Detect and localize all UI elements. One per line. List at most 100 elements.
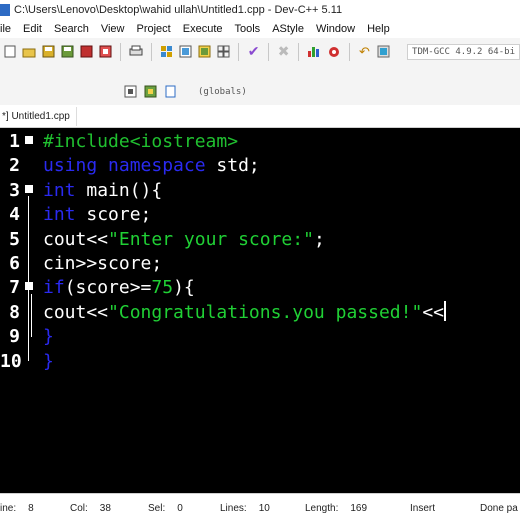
main-toolbar: ✔ ✖ ↶ TDM-GCC 4.9.2 64-bi (0, 38, 520, 65)
code-text: cout<<"Enter your score:"; (43, 228, 325, 252)
line-number: 2 (9, 155, 20, 177)
status-lines: Lines: 10 (220, 503, 270, 514)
line-number: 5 (9, 228, 20, 250)
line-number: 10 (0, 350, 22, 372)
menu-view[interactable]: View (101, 23, 125, 35)
line-number: 8 (9, 301, 20, 323)
code-line[interactable]: 7 if(score>=75){ (0, 276, 520, 300)
code-token: #include (43, 131, 130, 152)
code-token: namespace (108, 155, 206, 177)
menu-help[interactable]: Help (367, 23, 390, 35)
menu-window[interactable]: Window (316, 23, 355, 35)
code-line[interactable]: 2 using namespace std; (0, 154, 520, 178)
menu-file[interactable]: ile (0, 23, 11, 35)
status-mode: Insert (410, 503, 436, 514)
toolbar-separator (238, 42, 240, 61)
menu-tools[interactable]: Tools (235, 23, 261, 35)
status-line: ine: 8 (0, 503, 34, 514)
close-all-icon[interactable] (99, 45, 112, 59)
code-token: <iostream> (129, 131, 239, 152)
scope-select[interactable]: (globals) (198, 87, 247, 97)
line-number: 9 (9, 326, 20, 348)
toolbar-separator (349, 42, 350, 61)
status-message: Done pa (480, 503, 518, 514)
compile-run-icon[interactable] (198, 45, 211, 59)
code-line[interactable]: 10} (0, 350, 520, 374)
code-token: ){ (173, 277, 195, 299)
code-token: (score>= (64, 277, 152, 299)
save-all-icon[interactable] (61, 45, 74, 59)
code-token: std; (205, 155, 260, 177)
rebuild-icon[interactable] (217, 45, 230, 59)
code-token: << (422, 301, 444, 323)
code-token: cin>>score; (43, 253, 163, 274)
toolbar-separator (268, 42, 270, 61)
goto-icon[interactable]: ↶ (358, 44, 371, 59)
code-token: cout<< (43, 301, 109, 323)
code-line[interactable]: 5 cout<<"Enter your score:"; (0, 228, 520, 252)
code-line[interactable]: 3 int main(){ (0, 179, 520, 203)
status-bar: ine: 8 Col: 38 Sel: 0 Lines: 10 Length: 169 I… (0, 493, 520, 521)
save-icon[interactable] (42, 45, 55, 59)
close-file-icon[interactable] (80, 45, 93, 59)
code-token: int (43, 204, 76, 226)
profile-chart-icon[interactable] (307, 45, 321, 59)
code-line[interactable]: 9} (0, 325, 520, 349)
new-file-icon[interactable] (3, 45, 16, 59)
code-token: } (43, 350, 54, 372)
menu-execute[interactable]: Execute (183, 23, 223, 35)
line-number: 7 (9, 277, 20, 299)
toolbar-separator (298, 42, 300, 61)
editor-tab-bar: *] Untitled1.cpp (0, 105, 520, 128)
code-text: int score; (43, 203, 151, 227)
fold-marker-icon[interactable] (25, 184, 33, 193)
code-text: int main(){ (43, 179, 162, 203)
bookmark-icon[interactable] (377, 45, 390, 59)
goto-bookmark-icon[interactable] (163, 84, 177, 98)
code-text: cin>>score; (43, 252, 162, 276)
code-line[interactable]: 1 #include<iostream> (0, 130, 520, 154)
menu-edit[interactable]: Edit (23, 23, 42, 35)
text-cursor (444, 300, 446, 321)
fold-marker-icon[interactable] (25, 136, 33, 144)
code-token: using (43, 155, 98, 177)
code-token: ; (313, 228, 325, 250)
title-bar: C:\Users\Lenovo\Desktop\wahid ullah\Unti… (0, 0, 520, 20)
code-token: 75 (151, 277, 174, 299)
tab-untitled1[interactable]: *] Untitled1.cpp (0, 107, 77, 126)
toggle-bookmark-icon[interactable] (143, 84, 157, 98)
code-token: } (43, 326, 54, 348)
compiler-select[interactable]: TDM-GCC 4.9.2 64-bi (407, 43, 520, 60)
run-icon[interactable] (179, 45, 192, 59)
line-number: 6 (9, 253, 20, 274)
code-text: } (43, 350, 54, 374)
menu-bar: ile Edit Search View Project Execute Too… (0, 20, 520, 38)
code-text: if(score>=75){ (43, 276, 195, 300)
stop-icon[interactable]: ✖ (277, 43, 290, 59)
compile-icon[interactable] (160, 45, 173, 59)
menu-search[interactable]: Search (54, 23, 89, 35)
fold-marker-icon[interactable] (25, 282, 33, 291)
line-number: 1 (9, 131, 20, 152)
class-toolbar: (globals) (0, 65, 520, 105)
menu-project[interactable]: Project (137, 23, 171, 35)
code-line[interactable]: 8 cout<<"Congratulations.you passed!"<< (0, 300, 520, 325)
code-token: "Enter your score:" (108, 228, 314, 250)
check-icon[interactable]: ✔ (247, 43, 260, 59)
insert-icon[interactable] (123, 84, 137, 98)
app-icon (0, 4, 10, 16)
line-number: 4 (9, 204, 20, 226)
code-token: cout<< (43, 228, 109, 250)
menu-astyle[interactable]: AStyle (272, 23, 304, 35)
open-folder-icon[interactable] (22, 45, 36, 59)
code-editor[interactable]: 1 #include<iostream> 2 using namespace std;… (0, 128, 520, 493)
code-token: main(){ (75, 179, 163, 201)
debug-icon[interactable] (327, 45, 341, 59)
toolbar-separator (151, 42, 153, 61)
code-line[interactable]: 4 int score; (0, 203, 520, 227)
print-icon[interactable] (129, 45, 143, 59)
code-text: #include<iostream> (43, 130, 238, 154)
code-line[interactable]: 6 cin>>score; (0, 252, 520, 276)
code-token: score; (75, 204, 152, 226)
code-token: int (43, 179, 76, 201)
